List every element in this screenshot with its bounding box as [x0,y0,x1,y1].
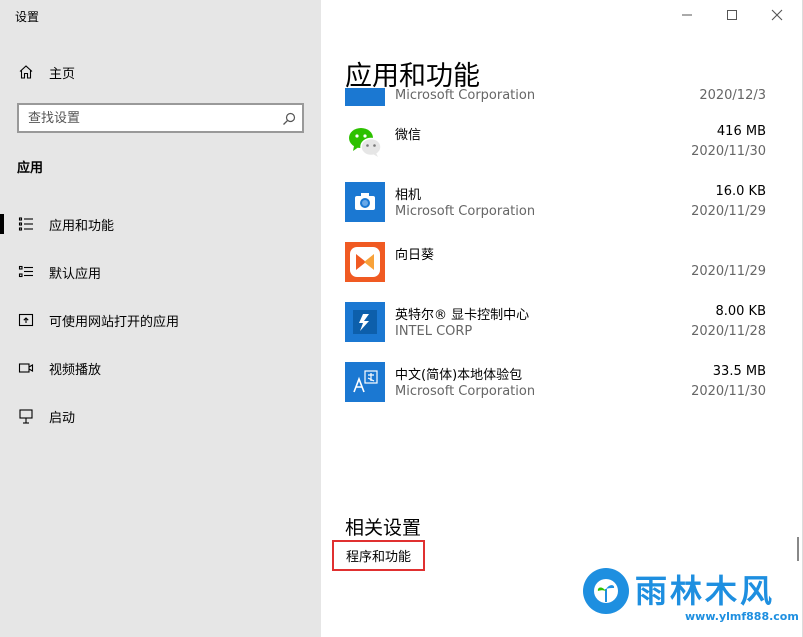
video-playback-icon [17,359,35,377]
watermark: 雨林木风 www.ylmf888.com [583,566,799,632]
window-title: 设置 [15,10,40,24]
sidebar-item-label: 主页 [49,66,76,82]
app-publisher: Microsoft Corporation [395,384,536,399]
settings-window: 设置 主页 应用 应用和功能 默认应用 [0,0,803,637]
watermark-logo-icon [583,568,629,614]
sidebar-item-label: 视频播放 [49,362,102,378]
sidebar-item-video-playback[interactable]: 视频播放 [0,348,321,388]
list-item[interactable]: 微信 416 MB 2020/11/30 [321,121,796,179]
maximize-button[interactable] [720,4,744,26]
app-name: 英特尔® 显卡控制中心 [395,308,530,323]
close-icon [771,9,783,21]
startup-icon [17,407,35,425]
sidebar-item-label: 应用和功能 [49,218,115,234]
sidebar-item-label: 默认应用 [49,266,102,282]
watermark-url: www.ylmf888.com [685,610,799,623]
list-item[interactable]: 英特尔® 显卡控制中心 INTEL CORP 8.00 KB 2020/11/2… [321,301,796,359]
list-item[interactable]: Microsoft Corporation 2020/12/3 [321,88,796,123]
app-name: 中文(简体)本地体验包 [395,368,523,383]
app-date: 2020/12/3 [699,88,766,103]
app-size: 16.0 KB [715,184,766,199]
app-date: 2020/11/30 [691,384,766,399]
section-label: 应用 [17,161,44,176]
app-size: 8.00 KB [715,304,766,319]
watermark-text: 雨林木风 [635,572,776,610]
app-size: 416 MB [716,124,766,139]
app-name: 向日葵 [395,248,435,263]
list-item[interactable]: 向日葵 2020/11/29 [321,241,796,299]
app-date: 2020/11/29 [691,264,766,279]
wechat-icon [345,122,385,162]
list-item[interactable]: 中文(简体)本地体验包 Microsoft Corporation 33.5 M… [321,361,796,418]
close-button[interactable] [765,4,789,26]
related-settings-title: 相关设置 [345,517,422,539]
sidebar-item-startup[interactable]: 启动 [0,396,321,436]
sidebar: 设置 主页 应用 应用和功能 默认应用 [0,0,321,637]
programs-and-features-link[interactable]: 程序和功能 [332,540,426,571]
app-list: Microsoft Corporation 2020/12/3 微信 416 M… [321,88,796,418]
app-size: 33.5 MB [712,364,766,379]
default-apps-icon [17,263,35,281]
apps-features-icon [17,215,35,233]
home-icon [17,63,35,81]
minimize-icon [682,14,692,16]
search-box[interactable] [17,103,304,133]
scrollbar[interactable] [797,537,799,561]
sidebar-item-label: 可使用网站打开的应用 [49,314,180,330]
minimize-button[interactable] [675,4,699,26]
app-name: 微信 [395,128,422,143]
search-input[interactable] [19,110,269,126]
sidebar-item-apps-for-websites[interactable]: 可使用网站打开的应用 [0,300,321,340]
sidebar-item-home[interactable]: 主页 [0,52,321,92]
main-pane: 应用和功能 Microsoft Corporation 2020/12/3 微信… [321,0,802,637]
list-item[interactable]: 相机 Microsoft Corporation 16.0 KB 2020/11… [321,181,796,239]
app-publisher: Microsoft Corporation [395,88,536,103]
app-date: 2020/11/30 [691,144,766,159]
app-publisher: INTEL CORP [395,324,473,339]
camera-icon [345,182,385,222]
sidebar-item-default-apps[interactable]: 默认应用 [0,252,321,292]
language-pack-icon [345,362,385,402]
app-date: 2020/11/28 [691,324,766,339]
app-name: 相机 [395,188,422,203]
app-date: 2020/11/29 [691,204,766,219]
intel-graphics-icon [345,302,385,342]
app-publisher: Microsoft Corporation [395,204,536,219]
maximize-icon [727,10,737,20]
app-icon [345,88,385,106]
apps-for-websites-icon [17,311,35,329]
sidebar-item-apps-features[interactable]: 应用和功能 [0,204,321,244]
search-icon [282,111,296,125]
sunflower-icon [345,242,385,282]
sidebar-item-label: 启动 [49,410,76,426]
